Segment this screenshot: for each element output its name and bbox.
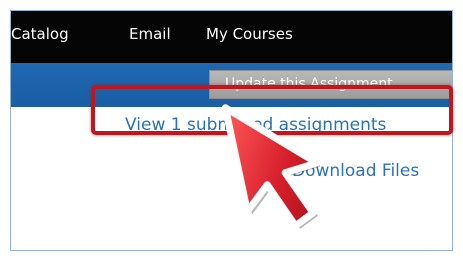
nav-item-email[interactable]: Email xyxy=(129,25,171,43)
nav-item-my-courses[interactable]: My Courses xyxy=(206,25,293,43)
nav-item-catalog[interactable]: Catalog xyxy=(11,25,69,43)
top-navigation: Catalog Email My Courses xyxy=(11,11,452,63)
mouse-pointer-icon xyxy=(221,104,320,230)
